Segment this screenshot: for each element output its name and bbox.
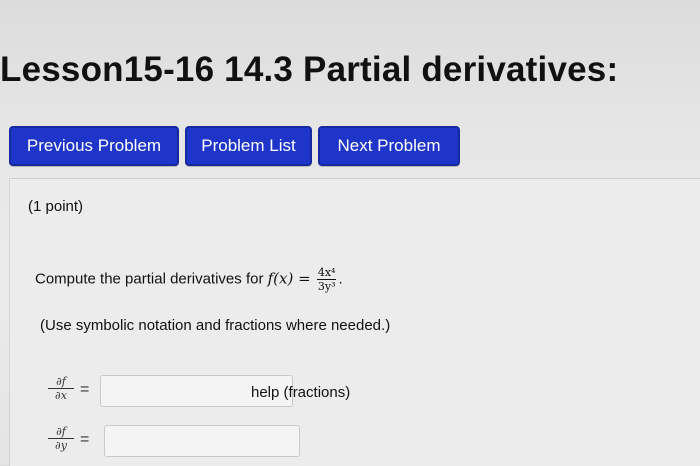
function-fraction: 4x⁴ 3y³: [316, 266, 337, 293]
function-lhs: f(x) =: [267, 269, 311, 288]
statement-period: .: [338, 270, 343, 288]
dfdy-answer-input[interactable]: [104, 425, 300, 457]
problem-statement: Compute the partial derivatives for f(x)…: [35, 266, 343, 293]
partial-y-label: ∂f ∂y: [48, 425, 74, 452]
help-fractions-link[interactable]: help (fractions): [251, 384, 350, 401]
page-title: Lesson15-16 14.3 Partial derivatives:: [0, 50, 619, 89]
partial-x-denominator: ∂x: [55, 389, 67, 402]
partial-x-label: ∂f ∂x: [48, 375, 74, 402]
partial-x-numerator: ∂f: [48, 375, 74, 389]
points-label: (1 point): [28, 198, 84, 215]
equals-sign: =: [80, 431, 90, 448]
previous-problem-button[interactable]: Previous Problem: [9, 126, 179, 166]
partial-y-denominator: ∂y: [55, 439, 67, 452]
problem-list-button[interactable]: Problem List: [185, 126, 312, 166]
notation-note: (Use symbolic notation and fractions whe…: [40, 317, 391, 334]
next-problem-button[interactable]: Next Problem: [318, 126, 460, 166]
equals-sign: =: [80, 381, 90, 398]
fraction-numerator: 4x⁴: [316, 266, 337, 280]
prompt-text: Compute the partial derivatives for: [35, 270, 264, 288]
partial-y-numerator: ∂f: [48, 425, 74, 439]
fraction-denominator: 3y³: [317, 280, 336, 293]
